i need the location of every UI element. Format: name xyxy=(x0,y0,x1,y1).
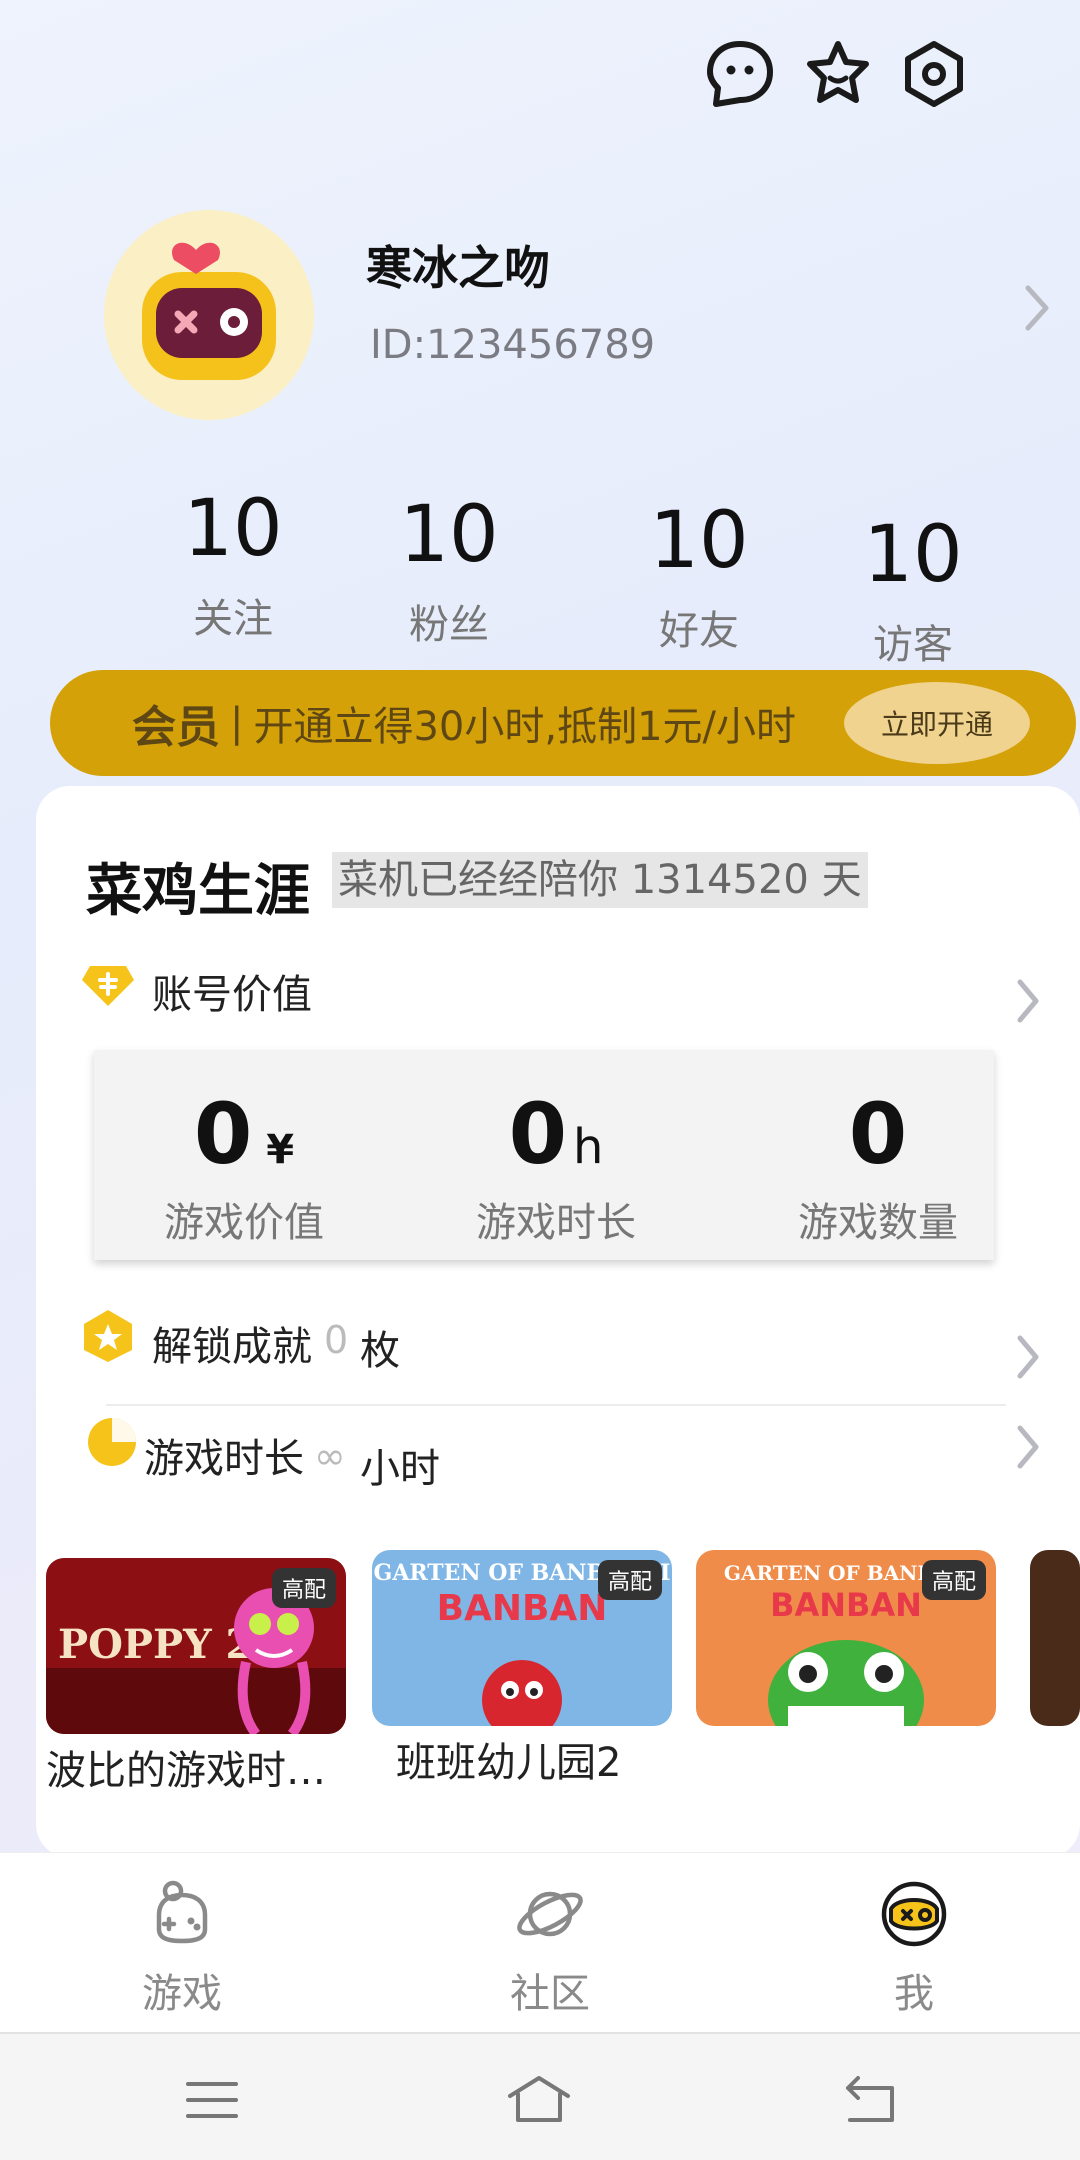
game-hours-unit: h xyxy=(573,1119,604,1175)
playtime-label: 游戏时长 xyxy=(144,1436,304,1482)
achievements-chevron-icon[interactable] xyxy=(1014,1332,1042,1382)
vip-activate-button[interactable]: 立即开通 xyxy=(844,682,1030,764)
achievements-unit: 枚 xyxy=(360,1328,400,1374)
game-card[interactable]: POPPY 2 高配 波比的游戏时… xyxy=(46,1558,346,1796)
game-count-stat: 0 游戏数量 xyxy=(778,1092,978,1248)
stat-label: 好友 xyxy=(659,608,739,654)
stat-label: 访客 xyxy=(873,622,953,668)
stat-value: 10 xyxy=(399,490,499,580)
game-thumbnail xyxy=(1030,1550,1080,1726)
game-thumbnail: POPPY 2 高配 xyxy=(46,1558,346,1734)
vip-promo-text: 开通立得30小时,抵制1元/小时 xyxy=(253,704,797,750)
star-icon[interactable] xyxy=(802,38,874,110)
stat-value: 10 xyxy=(183,484,283,574)
vip-banner[interactable]: 会员 | 开通立得30小时,抵制1元/小时 立即开通 xyxy=(50,670,1076,776)
nav-label: 我 xyxy=(894,1971,934,2017)
game-count-number: 0 xyxy=(848,1085,908,1183)
account-value-label: 账号价值 xyxy=(152,972,312,1018)
divider xyxy=(106,1404,1006,1406)
game-value-unit: ¥ xyxy=(266,1127,295,1173)
nav-label: 社区 xyxy=(510,1971,590,2017)
home-icon[interactable] xyxy=(504,2072,574,2128)
nav-tab-me[interactable]: 我 xyxy=(834,1875,994,2019)
game-thumbnail: GARTEN OF BANBAN BANBAN 高配 xyxy=(696,1550,996,1726)
nav-label: 游戏 xyxy=(142,1971,222,2017)
svg-text:BANBAN: BANBAN xyxy=(437,1588,608,1629)
svg-text:BANBAN: BANBAN xyxy=(770,1586,922,1624)
playtime-unit: 小时 xyxy=(360,1446,440,1492)
game-hours-stat: 0h 游戏时长 xyxy=(446,1092,666,1248)
stat-label: 粉丝 xyxy=(409,602,489,648)
back-icon[interactable] xyxy=(840,2072,900,2128)
stat-value: 10 xyxy=(649,496,749,586)
achievements-label: 解锁成就 xyxy=(152,1324,312,1370)
stat-label: 关注 xyxy=(193,596,273,642)
game-card[interactable]: GARTEN OF BANBAN II BANBAN 高配 班班幼儿园2 xyxy=(372,1550,672,1788)
username: 寒冰之吻 xyxy=(366,241,550,295)
bottom-nav: 游戏 社区 我 xyxy=(0,1852,1080,2032)
game-title: 班班幼儿园2 xyxy=(396,1740,622,1786)
career-subtitle: 菜机已经经陪你 1314520 天 xyxy=(332,852,868,908)
system-nav-bar xyxy=(0,2032,1080,2160)
account-value-box[interactable]: 0 ¥ 游戏价值 0h 游戏时长 0 游戏数量 xyxy=(94,1050,994,1260)
user-id: ID:123456789 xyxy=(370,322,656,368)
playtime-chevron-icon[interactable] xyxy=(1014,1422,1042,1472)
account-value-chevron-icon[interactable] xyxy=(1014,976,1042,1026)
high-spec-badge: 高配 xyxy=(921,1560,986,1600)
game-value-stat: 0 ¥ 游戏价值 xyxy=(134,1092,354,1248)
high-spec-badge: 高配 xyxy=(271,1568,336,1608)
game-title: 波比的游戏时… xyxy=(46,1748,326,1794)
me-icon xyxy=(881,1881,947,1947)
career-card: 菜鸡生涯 菜机已经经陪你 1314520 天 账号价值 0 ¥ 游戏价值 0h 游… xyxy=(36,786,1080,1858)
achievement-icon xyxy=(80,1308,136,1364)
nav-tab-games[interactable]: 游戏 xyxy=(102,1875,262,2019)
menu-icon[interactable] xyxy=(182,2072,242,2128)
clock-icon xyxy=(84,1414,140,1470)
game-thumbnail: GARTEN OF BANBAN II BANBAN 高配 xyxy=(372,1550,672,1726)
game-value-label: 游戏价值 xyxy=(164,1200,324,1246)
nav-tab-community[interactable]: 社区 xyxy=(470,1875,630,2019)
game-count-label: 游戏数量 xyxy=(798,1200,958,1246)
stat-fans[interactable]: 10 粉丝 xyxy=(374,496,524,650)
stat-visitors[interactable]: 10 访客 xyxy=(838,516,988,670)
vip-separator: | xyxy=(230,700,244,746)
profile-chevron-icon[interactable] xyxy=(1022,282,1052,334)
stat-friends[interactable]: 10 好友 xyxy=(624,502,774,656)
playtime-value: ∞ xyxy=(314,1434,346,1478)
game-icon xyxy=(156,1880,208,1944)
stat-following[interactable]: 10 关注 xyxy=(158,490,308,644)
settings-icon[interactable] xyxy=(898,38,970,110)
high-spec-badge: 高配 xyxy=(597,1560,662,1600)
game-art-text: POPPY 2 xyxy=(58,1621,253,1668)
vip-label: 会员 xyxy=(132,702,220,753)
planet-icon xyxy=(517,1891,583,1937)
diamond-icon xyxy=(80,956,136,1012)
game-hours-label: 游戏时长 xyxy=(476,1200,636,1246)
game-hours-number: 0 xyxy=(508,1085,568,1183)
game-card[interactable]: GARTEN OF BANBAN BANBAN 高配 xyxy=(696,1550,996,1730)
chat-bubble-icon[interactable] xyxy=(704,38,776,110)
game-value-number: 0 xyxy=(193,1085,253,1183)
achievements-count: 0 xyxy=(324,1318,349,1362)
avatar[interactable] xyxy=(104,210,314,420)
career-title: 菜鸡生涯 xyxy=(86,859,310,924)
stat-value: 10 xyxy=(863,510,963,600)
game-card-partial[interactable] xyxy=(1030,1550,1080,1726)
